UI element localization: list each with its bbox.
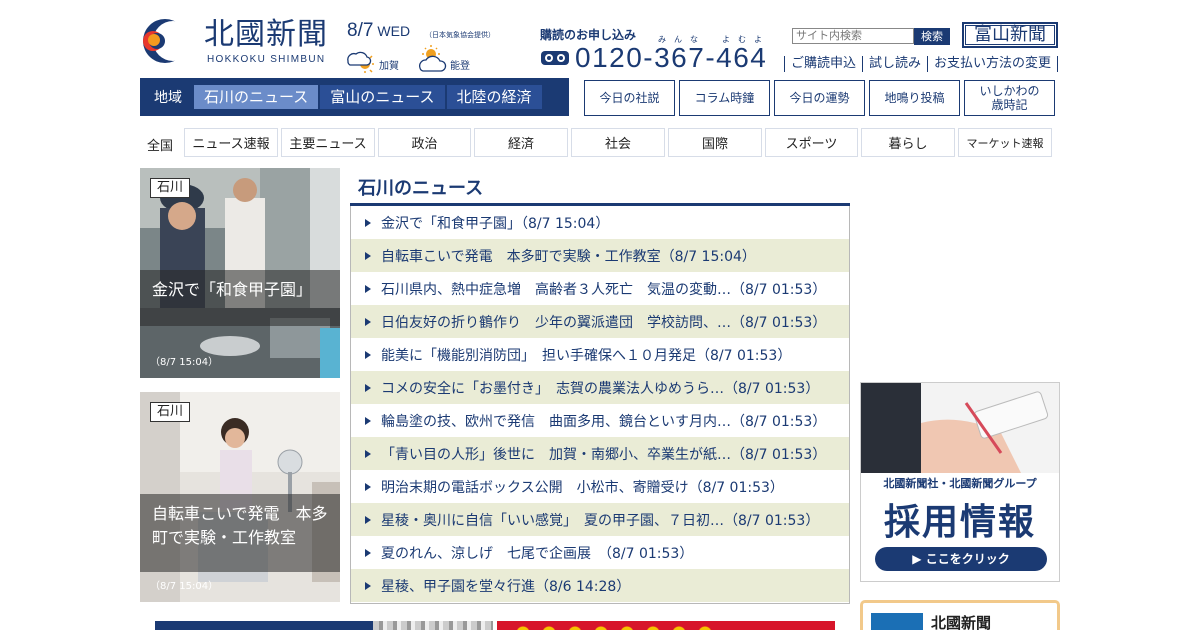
tab-hokuriku-economy[interactable]: 北陸の経済 [444,85,542,109]
news-list: 金沢で「和食甲子園」（8/7 15:04） 自転車こいで発電 本多町で実験・工作… [350,206,850,604]
region-nav: 地域 石川のニュース 富山のニュース 北陸の経済 [140,78,569,116]
weather-noto: 能登 [416,44,470,74]
news-item[interactable]: 明治末期の電話ボックス公開 小松市、寄贈受け（8/7 01:53） [351,470,849,503]
category-nav-label: 全国 [147,139,174,154]
news-item[interactable]: 「青い目の人形」後世に 加賀・南郷小、卒業生が紙…（8/7 01:53） [351,437,849,470]
recruit-subtitle: 北國新聞社・北國新聞グループ [883,477,1037,490]
photo-region-tag: 石川 [150,178,191,198]
news-item[interactable]: 星稜、甲子園を堂々行進（8/6 14:28） [351,569,849,602]
news-item-title: 夏のれん、涼しげ 七尾で企画展 （8/7 01:53） [381,545,694,562]
news-item[interactable]: 日伯友好の折り鶴作り 少年の翼派遣団 学校訪問、…（8/7 01:53） [351,305,849,338]
triangle-bullet-icon [365,251,371,260]
cloud-sun-icon [419,45,447,72]
reader-post-button[interactable]: 地鳴り投稿 [869,80,960,116]
category-politics[interactable]: 政治 [378,128,471,157]
news-item-title: 星稜、甲子園を堂々行進（8/6 14:28） [381,578,631,595]
recruit-title: 採用情報 [883,502,1036,543]
site-logo[interactable]: 北國新聞 HOKKOKU SHIMBUN [140,16,340,66]
category-economy[interactable]: 経済 [474,128,568,157]
hokkoku-paper-box[interactable]: 北國新聞 [860,600,1060,630]
seasonal-events-button[interactable]: いしかわの 歳時記 [964,80,1055,116]
triangle-bullet-icon [365,581,371,590]
weather-kaga: 加賀 [345,44,399,74]
paper-box-title: 北國新聞 [931,614,992,630]
logo-mark-icon [143,19,193,63]
category-international[interactable]: 国際 [668,128,762,157]
tab-ishikawa-news[interactable]: 石川のニュース [192,85,319,109]
weather-kaga-label: 加賀 [379,60,399,72]
triangle-bullet-icon [365,482,371,491]
region-nav-label: 地域 [154,90,182,106]
triangle-bullet-icon [365,515,371,524]
header-links: ご購読申込 試し読み お支払い方法の変更 [784,56,1059,72]
toyama-shimbun-banner[interactable]: 富山新聞 [962,22,1058,48]
sun-cloud-icon [347,51,374,73]
news-item[interactable]: 星稜・奥川に自信「いい感覚」 夏の甲子園、７日初…（8/7 01:53） [351,503,849,536]
link-trial[interactable]: 試し読み [862,56,927,72]
column-jisho-button[interactable]: コラム時鐘 [679,80,770,116]
news-item[interactable]: 石川県内、熱中症急増 高齢者３人死亡 気温の変動…（8/7 01:53） [351,272,849,305]
news-item-title: 明治末期の電話ボックス公開 小松市、寄贈受け（8/7 01:53） [381,479,784,496]
news-item[interactable]: 金沢で「和食甲子園」（8/7 15:04） [351,206,849,239]
freedial-icon [541,51,569,65]
news-item[interactable]: 輪島塗の技、欧州で発信 曲面多用、鏡台といす月内…（8/7 01:53） [351,404,849,437]
category-sports[interactable]: スポーツ [765,128,858,157]
triangle-bullet-icon [365,383,371,392]
news-item-title: 能美に「機能別消防団」 担い手確保へ１０月発足（8/7 01:53） [381,347,792,364]
news-item[interactable]: コメの安全に「お墨付き」 志賀の農業法人ゆめうら…（8/7 01:53） [351,371,849,404]
search-button[interactable]: 検索 [914,28,950,45]
category-top-news[interactable]: 主要ニュース [281,128,375,157]
category-market-news[interactable]: マーケット速報 [958,128,1052,157]
category-breaking-news[interactable]: ニュース速報 [184,128,278,157]
news-item-title: 「青い目の人形」後世に 加賀・南郷小、卒業生が紙…（8/7 01:53） [381,446,827,463]
triangle-bullet-icon [365,416,371,425]
search-input[interactable] [792,28,914,44]
news-item-title: 星稜・奥川に自信「いい感覚」 夏の甲子園、７日初…（8/7 01:53） [381,512,820,529]
weather-noto-label: 能登 [450,60,470,72]
news-item[interactable]: 能美に「機能別消防団」 担い手確保へ１０月発足（8/7 01:53） [351,338,849,371]
news-item-title: 日伯友好の折り鶴作り 少年の翼派遣団 学校訪問、…（8/7 01:53） [381,314,827,331]
bottom-ad-banner-left[interactable] [155,621,493,630]
recruit-click-button[interactable]: ▶ ここをクリック [875,547,1047,571]
subscription-title: 購読のお申し込み [540,28,637,42]
news-item[interactable]: 夏のれん、涼しげ 七尾で企画展 （8/7 01:53） [351,536,849,569]
photo-caption[interactable]: 自転車こいで発電 本多町で実験・工作教室 [140,494,340,572]
photo-timestamp: （8/7 15:04） [150,581,219,592]
news-item-title: 自転車こいで発電 本多町で実験・工作教室（8/7 15:04） [381,248,756,265]
triangle-bullet-icon [365,284,371,293]
photo-caption[interactable]: 金沢で「和食甲子園」 [140,270,340,326]
logo-name: 北國新聞 [204,17,328,52]
photo-card[interactable]: 石川 金沢で「和食甲子園」 （8/7 15:04） [140,168,340,378]
category-society[interactable]: 社会 [571,128,665,157]
news-item-title: 石川県内、熱中症急増 高齢者３人死亡 気温の変動…（8/7 01:53） [381,281,827,298]
triangle-bullet-icon [365,449,371,458]
photo-card[interactable]: 石川 自転車こいで発電 本多町で実験・工作教室 （8/7 15:04） [140,392,340,602]
triangle-bullet-icon [365,218,371,227]
news-section-heading: 石川のニュース [358,178,484,199]
photo-timestamp: （8/7 15:04） [150,357,219,368]
logo-roman: HOKKOKU SHIMBUN [207,54,326,65]
link-subscribe[interactable]: ご購読申込 [784,56,862,72]
weekday: WED [377,23,411,39]
news-item[interactable]: 自転車こいで発電 本多町で実験・工作教室（8/7 15:04） [351,239,849,272]
date-display: 8/7 WED [347,20,410,42]
editorial-button[interactable]: 今日の社説 [584,80,675,116]
category-lifestyle[interactable]: 暮らし [861,128,955,157]
triangle-bullet-icon [365,548,371,557]
photo-region-tag: 石川 [150,402,191,422]
weather-source[interactable]: （日本気象協会提供） [425,30,495,40]
news-item-title: 金沢で「和食甲子園」（8/7 15:04） [381,215,610,232]
tab-toyama-news[interactable]: 富山のニュース [318,85,445,109]
bottom-ad-banner-right[interactable] [497,621,835,630]
news-item-title: 輪島塗の技、欧州で発信 曲面多用、鏡台といす月内…（8/7 01:53） [381,413,827,430]
link-payment[interactable]: お支払い方法の変更 [927,56,1059,72]
triangle-bullet-icon [365,317,371,326]
horoscope-button[interactable]: 今日の運勢 [774,80,865,116]
date-value: 8/7 [347,20,374,41]
paper-thumbnail [871,613,923,630]
triangle-bullet-icon [365,350,371,359]
freedial-number[interactable]: 0120-367-464 [575,42,767,74]
recruit-ad-banner[interactable]: 北國新聞社・北國新聞グループ 採用情報 ▶ ここをクリック [860,382,1060,582]
news-item-title: コメの安全に「お墨付き」 志賀の農業法人ゆめうら…（8/7 01:53） [381,380,820,397]
